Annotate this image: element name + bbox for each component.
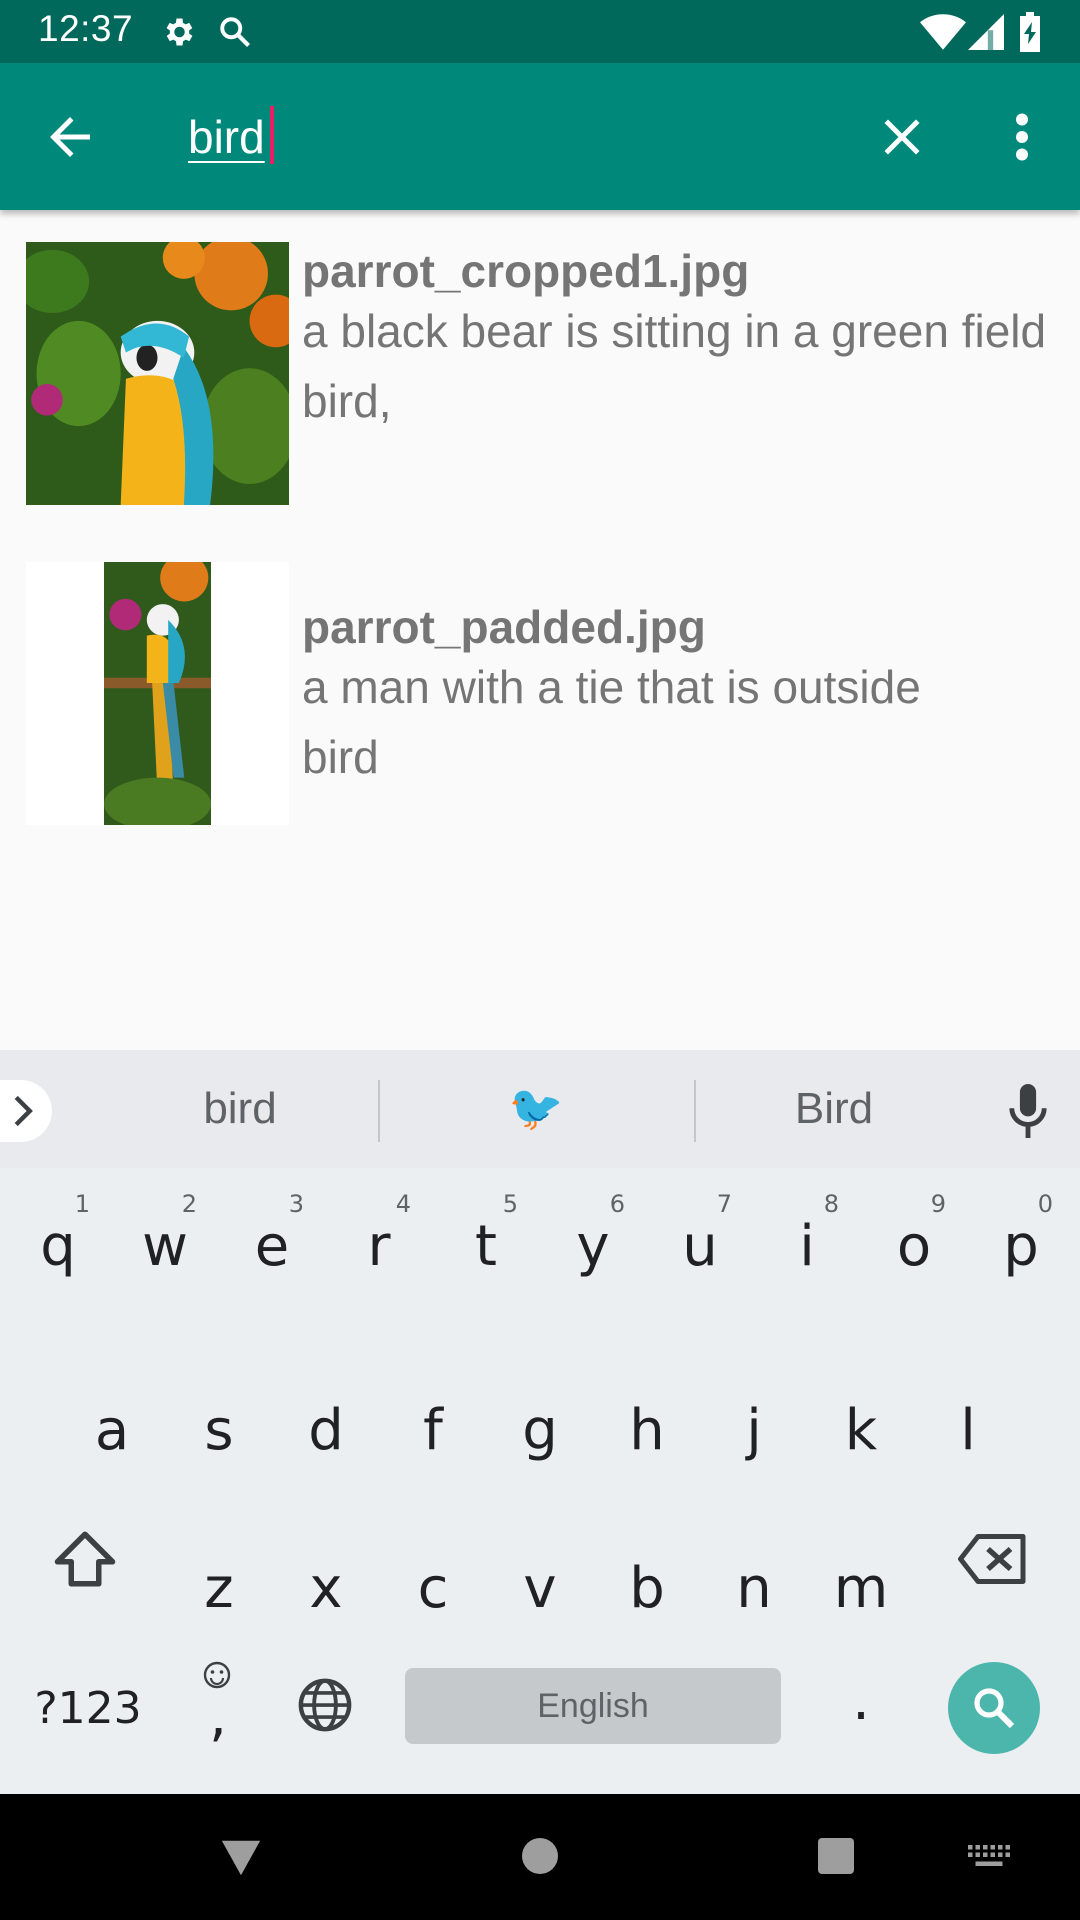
key-i[interactable]: i8: [767, 1190, 847, 1282]
period-key[interactable]: .: [841, 1666, 881, 1736]
key-h[interactable]: h: [607, 1396, 687, 1466]
suggestion-divider: [378, 1080, 380, 1142]
search-input[interactable]: bird: [188, 107, 265, 167]
app-bar: bird: [0, 63, 1080, 210]
suggestion-2[interactable]: 🐦: [436, 1078, 636, 1140]
result-tags: bird: [302, 731, 379, 783]
wifi-icon: [920, 14, 966, 50]
keyboard-search-button[interactable]: [948, 1662, 1040, 1754]
status-bar: 12:37: [0, 0, 1080, 63]
arrow-back-icon[interactable]: [40, 107, 100, 167]
battery-charging-icon: [1020, 12, 1040, 52]
expand-suggestions-button[interactable]: [0, 1080, 52, 1142]
key-c[interactable]: c: [393, 1554, 473, 1624]
key-f[interactable]: f: [393, 1396, 473, 1466]
back-triangle-icon[interactable]: [218, 1836, 264, 1880]
recents-square-icon[interactable]: [816, 1836, 856, 1876]
key-z[interactable]: z: [179, 1554, 259, 1624]
keyboard-switch-icon[interactable]: [968, 1844, 1010, 1870]
key-x[interactable]: x: [286, 1554, 366, 1624]
thumbnail-image: [26, 562, 289, 825]
result-filename: parrot_cropped1.jpg: [302, 245, 750, 297]
result-filename: parrot_padded.jpg: [302, 601, 706, 653]
key-n[interactable]: n: [714, 1554, 794, 1624]
key-l[interactable]: l: [928, 1396, 1008, 1466]
shift-icon[interactable]: [52, 1528, 118, 1590]
key-k[interactable]: k: [821, 1396, 901, 1466]
key-b[interactable]: b: [607, 1554, 687, 1624]
key-q[interactable]: q1: [18, 1190, 98, 1282]
globe-icon[interactable]: [296, 1676, 354, 1734]
key-w[interactable]: w2: [125, 1190, 205, 1282]
comma-key[interactable]: ,: [198, 1661, 238, 1749]
backspace-icon[interactable]: [958, 1530, 1028, 1588]
text-cursor: [270, 106, 274, 164]
key-v[interactable]: v: [500, 1554, 580, 1624]
more-vert-icon[interactable]: [1002, 107, 1042, 167]
key-j[interactable]: j: [714, 1396, 794, 1466]
chevron-right-icon: [14, 1095, 33, 1127]
key-a[interactable]: a: [72, 1396, 152, 1466]
key-e[interactable]: e3: [232, 1190, 312, 1282]
key-t[interactable]: t5: [446, 1190, 526, 1282]
result-description: a man with a tie that is outside: [302, 661, 921, 713]
parrot-image: [104, 562, 211, 825]
search-icon: [974, 1688, 1015, 1729]
status-time: 12:37: [38, 8, 134, 49]
suggestion-divider: [694, 1080, 696, 1142]
soft-keyboard: bird 🐦 Bird q1 w2 e3 r4 t5 y6 u7 i8 o9 p…: [0, 1050, 1080, 1794]
close-icon[interactable]: [872, 107, 932, 167]
mic-icon[interactable]: [1006, 1084, 1050, 1138]
key-m[interactable]: m: [821, 1554, 901, 1624]
result-description: a black bear is sitting in a green field: [302, 305, 1047, 357]
suggestion-strip: bird 🐦 Bird: [0, 1050, 1080, 1168]
key-o[interactable]: o9: [874, 1190, 954, 1282]
key-r[interactable]: r4: [339, 1190, 419, 1282]
gear-icon: [166, 18, 193, 46]
key-p[interactable]: p0: [981, 1190, 1061, 1282]
signal-icon: [968, 14, 1004, 50]
search-icon: [220, 17, 250, 47]
key-g[interactable]: g: [500, 1396, 580, 1466]
navigation-bar: [0, 1794, 1080, 1920]
result-tags: bird,: [302, 375, 392, 427]
key-y[interactable]: y6: [553, 1190, 633, 1282]
symbols-key[interactable]: ?123: [28, 1674, 148, 1744]
home-circle-icon[interactable]: [520, 1836, 560, 1876]
space-bar[interactable]: English: [405, 1668, 781, 1744]
suggestion-3[interactable]: Bird: [734, 1078, 934, 1140]
suggestion-1[interactable]: bird: [140, 1078, 340, 1140]
thumbnail-image: [26, 242, 289, 505]
key-d[interactable]: d: [286, 1396, 366, 1466]
key-s[interactable]: s: [179, 1396, 259, 1466]
key-u[interactable]: u7: [660, 1190, 740, 1282]
